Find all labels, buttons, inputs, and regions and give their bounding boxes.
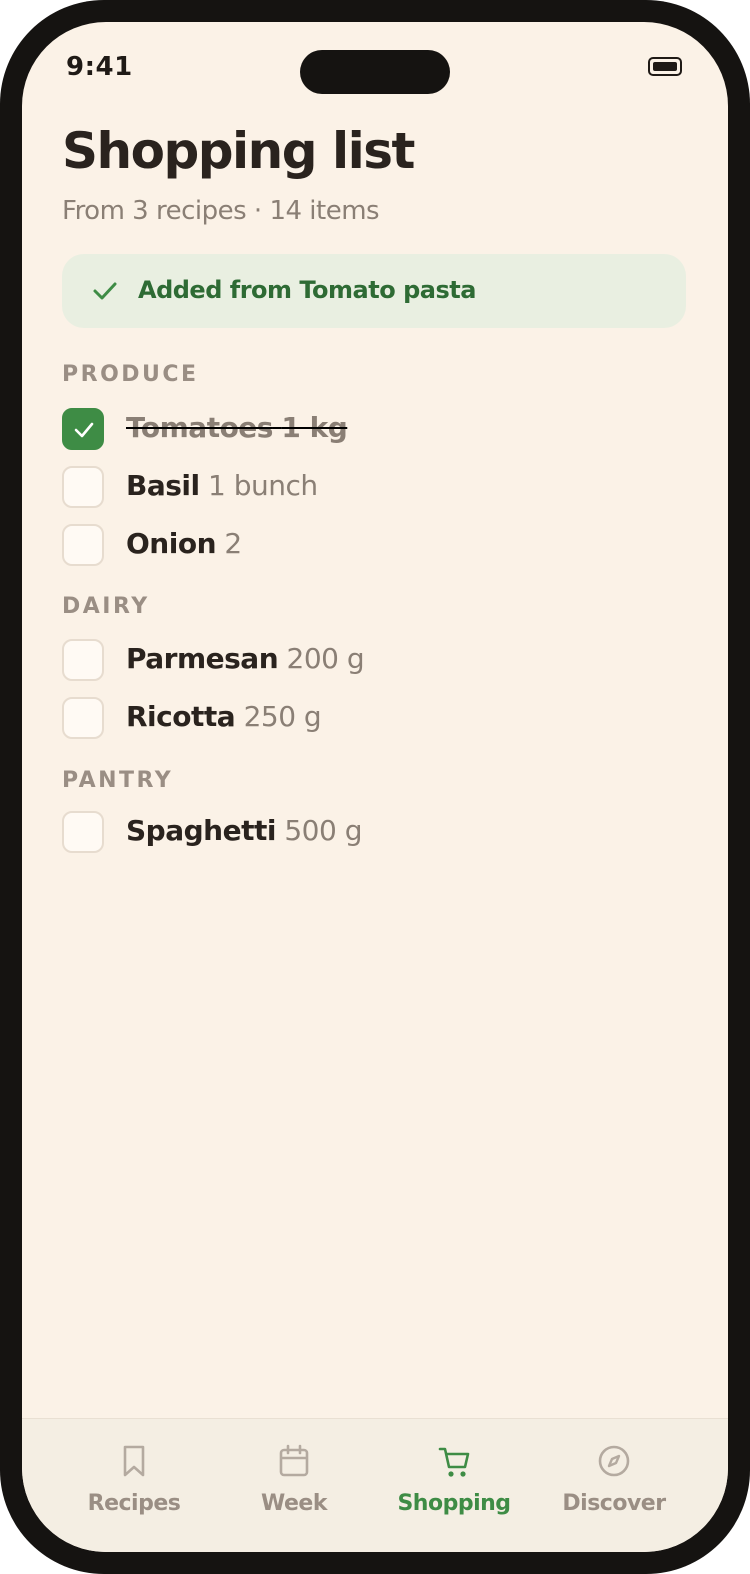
calendar-icon: [279, 1444, 309, 1477]
item-checkbox[interactable]: [62, 811, 104, 853]
tab-discover[interactable]: Discover: [534, 1443, 694, 1533]
item-qty: 1 kg: [281, 411, 348, 444]
item-qty: 500 g: [284, 814, 362, 847]
list-item[interactable]: Spaghetti 500 g: [62, 811, 662, 855]
status-time: 9:41: [66, 52, 133, 82]
list-item[interactable]: Parmesan 200 g: [62, 639, 662, 683]
item-label: Parmesan 200 g: [126, 641, 365, 677]
cart-icon: [438, 1447, 470, 1477]
device-frame: 9:41 Shopping list From 3 recipes · 14 i…: [0, 0, 750, 1574]
bookmark-icon: [123, 1445, 145, 1477]
list-item[interactable]: Tomatoes 1 kg: [62, 408, 662, 452]
list-item[interactable]: Onion 2: [62, 524, 662, 568]
item-checkbox[interactable]: [62, 697, 104, 739]
item-name: Onion: [126, 527, 217, 560]
section-label-dairy: DAIRY: [62, 594, 150, 619]
tab-shopping[interactable]: Shopping: [374, 1443, 534, 1533]
tab-label: Shopping: [397, 1491, 511, 1516]
tab-bar: Recipes Week Shopping Discover: [22, 1418, 728, 1552]
compass-icon: [598, 1445, 630, 1477]
page-subtitle: From 3 recipes · 14 items: [62, 196, 380, 226]
item-checkbox[interactable]: [62, 408, 104, 450]
item-name: Tomatoes: [126, 411, 273, 444]
item-label: Onion 2: [126, 526, 242, 562]
item-name: Spaghetti: [126, 814, 276, 847]
item-qty: 250 g: [243, 700, 322, 733]
tab-label: Discover: [562, 1491, 666, 1516]
item-label: Spaghetti 500 g: [126, 813, 362, 849]
item-checkbox[interactable]: [62, 639, 104, 681]
list-item[interactable]: Basil 1 bunch: [62, 466, 662, 510]
item-qty: 2: [224, 527, 242, 560]
dynamic-island: [300, 50, 450, 94]
check-icon: [74, 422, 94, 438]
item-qty: 200 g: [286, 642, 365, 675]
battery-icon: [648, 57, 682, 76]
item-name: Ricotta: [126, 700, 236, 733]
section-label-produce: PRODUCE: [62, 362, 199, 387]
item-label: Ricotta 250 g: [126, 699, 322, 735]
check-icon: [93, 282, 117, 300]
item-name: Parmesan: [126, 642, 279, 675]
item-checkbox[interactable]: [62, 524, 104, 566]
item-label: Basil 1 bunch: [126, 468, 318, 504]
item-qty: 1 bunch: [208, 469, 318, 502]
list-item[interactable]: Ricotta 250 g: [62, 697, 662, 741]
tab-week[interactable]: Week: [214, 1443, 374, 1533]
tab-label: Recipes: [87, 1491, 181, 1516]
item-checkbox[interactable]: [62, 466, 104, 508]
toast-text: Added from Tomato pasta: [138, 276, 476, 304]
added-toast: Added from Tomato pasta: [62, 254, 686, 328]
tab-recipes[interactable]: Recipes: [54, 1443, 214, 1533]
item-name: Basil: [126, 469, 200, 502]
section-label-pantry: PANTRY: [62, 768, 174, 793]
app-screen: 9:41 Shopping list From 3 recipes · 14 i…: [22, 22, 728, 1552]
item-label: Tomatoes 1 kg: [126, 410, 348, 446]
page-title: Shopping list: [62, 122, 415, 180]
tab-label: Week: [261, 1491, 327, 1516]
